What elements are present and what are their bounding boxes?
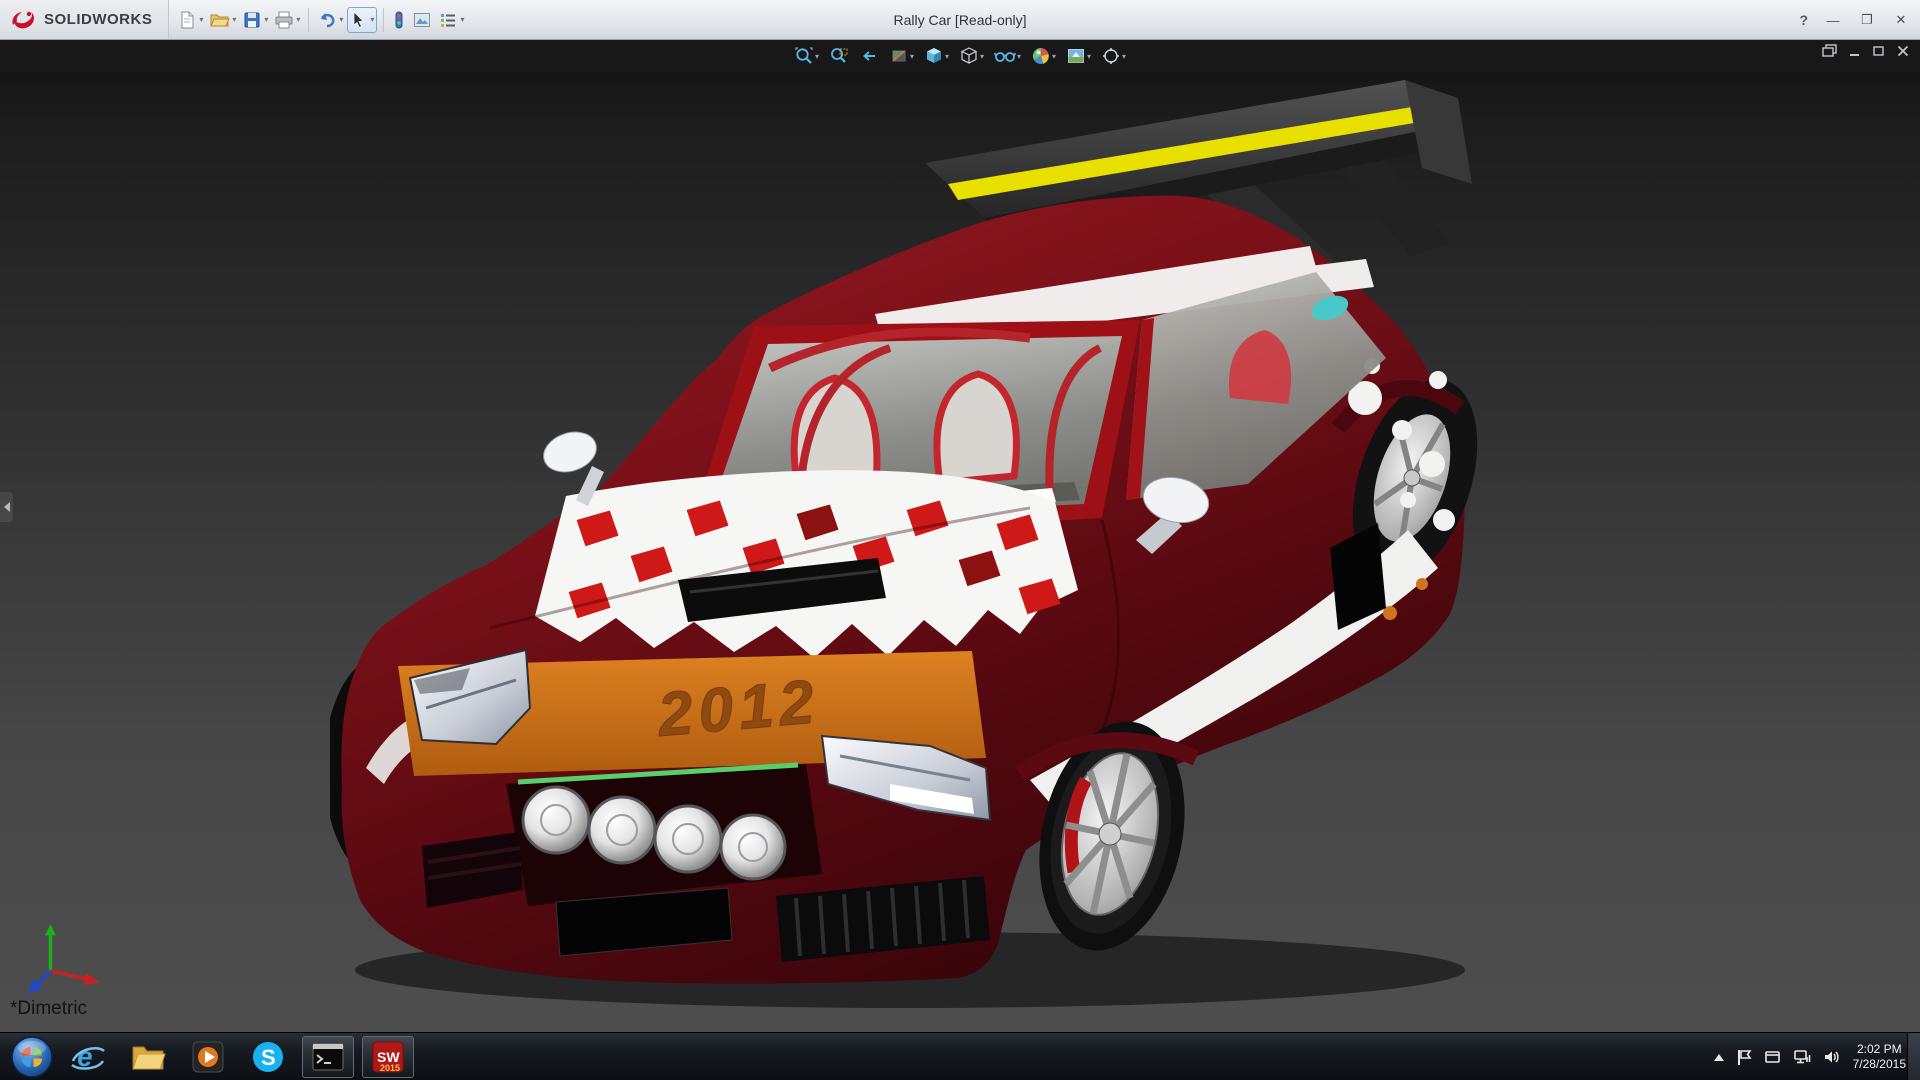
taskbar-app-media-player[interactable]	[182, 1036, 234, 1078]
list-settings-icon	[438, 10, 458, 30]
internet-explorer-icon: e	[70, 1039, 106, 1075]
print-icon	[274, 10, 294, 30]
main-toolbar	[169, 0, 472, 39]
skype-icon: S	[251, 1040, 285, 1074]
display-style-icon	[959, 46, 979, 66]
graphics-area[interactable]: 2012	[0, 40, 1920, 1032]
zoom-to-area-button[interactable]	[827, 44, 851, 68]
zoom-to-area-icon	[829, 46, 849, 66]
view-orientation-label: *Dimetric	[10, 998, 87, 1020]
rebuild-button[interactable]	[390, 7, 408, 33]
solidworks-2015-icon: SW 2015	[370, 1039, 406, 1075]
print-button[interactable]	[272, 7, 302, 33]
undo-button[interactable]	[315, 7, 345, 33]
open-folder-icon	[209, 10, 230, 30]
view-settings-button[interactable]	[436, 7, 466, 33]
hidden-icons-chevron[interactable]	[1714, 1054, 1724, 1061]
y-axis-arrow	[45, 924, 56, 935]
close-button[interactable]: ✕	[1892, 12, 1910, 28]
minimize-doc-icon[interactable]	[1848, 44, 1862, 58]
section-view-icon	[889, 46, 909, 66]
network-icon[interactable]	[1793, 1049, 1811, 1065]
scene-icon	[1066, 46, 1086, 66]
new-document-button[interactable]	[175, 7, 205, 33]
display-style-button[interactable]	[957, 44, 986, 68]
solidworks-window: SOLIDWORKS	[0, 0, 1920, 1080]
previous-view-icon	[859, 46, 879, 66]
taskbar-app-windows-explorer[interactable]	[122, 1036, 174, 1078]
document-window-controls	[1822, 44, 1910, 58]
brand-name: SOLIDWORKS	[44, 11, 152, 28]
save-icon	[242, 10, 262, 30]
reference-triad	[26, 922, 106, 1002]
featuremanager-expand-tab[interactable]	[0, 492, 13, 522]
restore-doc-icon[interactable]	[1872, 44, 1886, 58]
apply-scene-button[interactable]	[1064, 44, 1093, 68]
select-button[interactable]	[347, 7, 377, 33]
clock-time: 2:02 PM	[1853, 1042, 1906, 1057]
file-properties-button[interactable]	[410, 7, 434, 33]
maximize-button[interactable]: ❐	[1858, 12, 1876, 28]
wing-endplate	[1405, 80, 1472, 184]
window-title: Rally Car [Read-only]	[893, 12, 1026, 28]
save-button[interactable]	[240, 7, 270, 33]
windows-start-orb-icon	[10, 1035, 54, 1079]
taskbar-apps: e S	[62, 1036, 414, 1078]
command-prompt-icon	[311, 1042, 345, 1072]
chevron-left-icon	[4, 502, 10, 512]
taskbar-app-internet-explorer[interactable]: e	[62, 1036, 114, 1078]
file-properties-icon	[412, 10, 432, 30]
taskbar: e S	[0, 1032, 1920, 1080]
undo-icon	[317, 10, 337, 30]
select-arrow-icon	[350, 11, 368, 29]
start-button[interactable]	[6, 1033, 58, 1080]
svg-text:2015: 2015	[380, 1063, 400, 1073]
svg-text:S: S	[261, 1045, 276, 1070]
title-bar: SOLIDWORKS	[0, 0, 1920, 40]
view-orientation-button[interactable]	[922, 44, 951, 68]
clock[interactable]: 2:02 PM 7/28/2015	[1853, 1042, 1906, 1072]
hide-show-items-button[interactable]	[992, 44, 1023, 68]
appearance-ball-icon	[1031, 46, 1051, 66]
taskbar-app-skype[interactable]: S	[242, 1036, 294, 1078]
edit-appearance-button[interactable]	[1029, 44, 1058, 68]
new-document-icon	[177, 10, 197, 30]
view-settings-hud-button[interactable]	[1099, 44, 1128, 68]
zoom-to-fit-button[interactable]	[792, 44, 821, 68]
zoom-to-fit-icon	[794, 46, 814, 66]
solidworks-logo: SOLIDWORKS	[0, 0, 169, 39]
show-desktop-button[interactable]	[1907, 1033, 1920, 1080]
system-tray: 2:02 PM 7/28/2015	[1714, 1033, 1906, 1080]
section-view-button[interactable]	[887, 44, 916, 68]
clock-date: 7/28/2015	[1853, 1057, 1906, 1072]
passenger-seat	[937, 374, 1016, 483]
folder-icon	[130, 1041, 166, 1073]
action-center-flag-icon[interactable]	[1736, 1048, 1752, 1066]
media-player-icon	[191, 1040, 225, 1074]
rebuild-icon	[392, 10, 406, 30]
glasses-icon	[994, 46, 1016, 66]
help-button[interactable]: ?	[1799, 12, 1808, 28]
year-decal: 2012	[654, 667, 822, 750]
rally-car-3d-model[interactable]: 2012	[330, 68, 1480, 1018]
previous-view-button[interactable]	[857, 44, 881, 68]
open-button[interactable]	[207, 7, 238, 33]
app-window-tray-icon[interactable]	[1764, 1049, 1781, 1065]
minimize-button[interactable]: —	[1824, 13, 1842, 28]
close-doc-icon[interactable]	[1896, 44, 1910, 58]
solidworks-logo-icon	[10, 9, 36, 31]
taskbar-app-command-prompt[interactable]	[302, 1036, 354, 1078]
x-axis-arrow	[84, 973, 100, 985]
volume-icon[interactable]	[1823, 1049, 1841, 1065]
cascade-windows-icon[interactable]	[1822, 44, 1838, 58]
view-settings-icon	[1101, 46, 1121, 66]
taskbar-app-solidworks[interactable]: SW 2015	[362, 1036, 414, 1078]
view-orientation-cube-icon	[924, 46, 944, 66]
